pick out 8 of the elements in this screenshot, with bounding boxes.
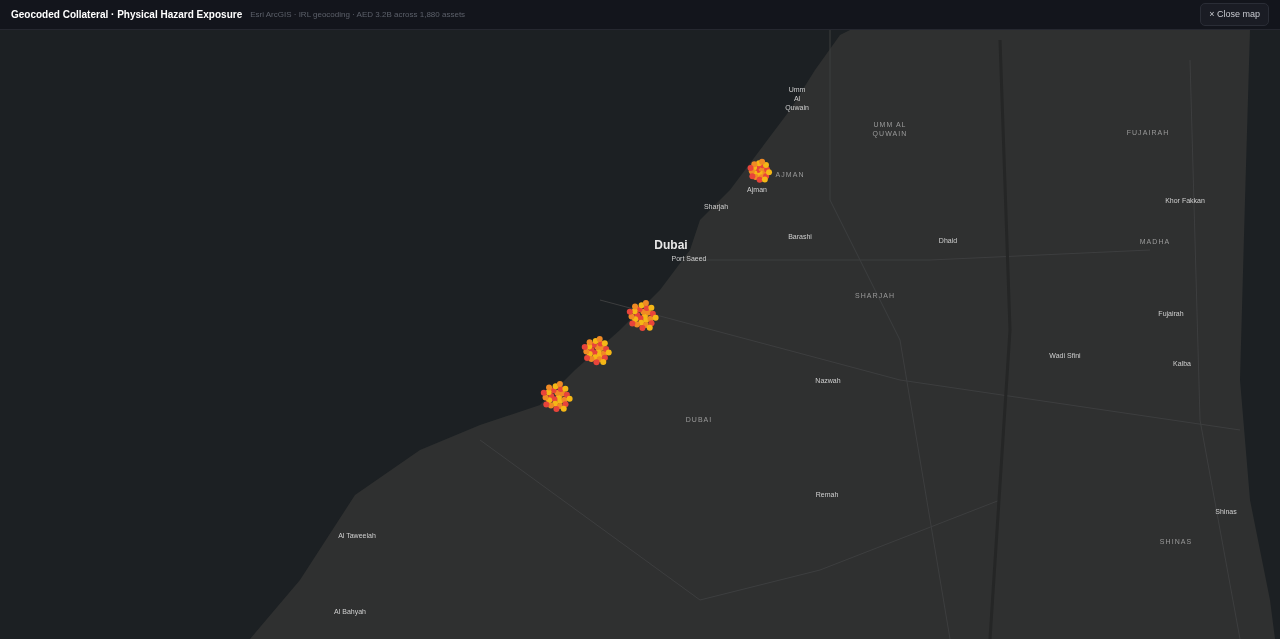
- asset-marker-cluster[interactable]: [580, 334, 614, 368]
- asset-marker-cluster[interactable]: [746, 157, 774, 185]
- map-title: Geocoded Collateral · Physical Hazard Exposure: [11, 8, 243, 22]
- close-map-button[interactable]: × Close map: [1200, 2, 1269, 27]
- map-subtitle: Esri ArcGIS · IRL geocoding · AED 3.2B across 1,880 assets: [250, 8, 466, 21]
- map-label: Dubai: [654, 238, 688, 253]
- asset-marker-cluster[interactable]: [539, 379, 575, 415]
- asset-marker-cluster[interactable]: [625, 298, 661, 334]
